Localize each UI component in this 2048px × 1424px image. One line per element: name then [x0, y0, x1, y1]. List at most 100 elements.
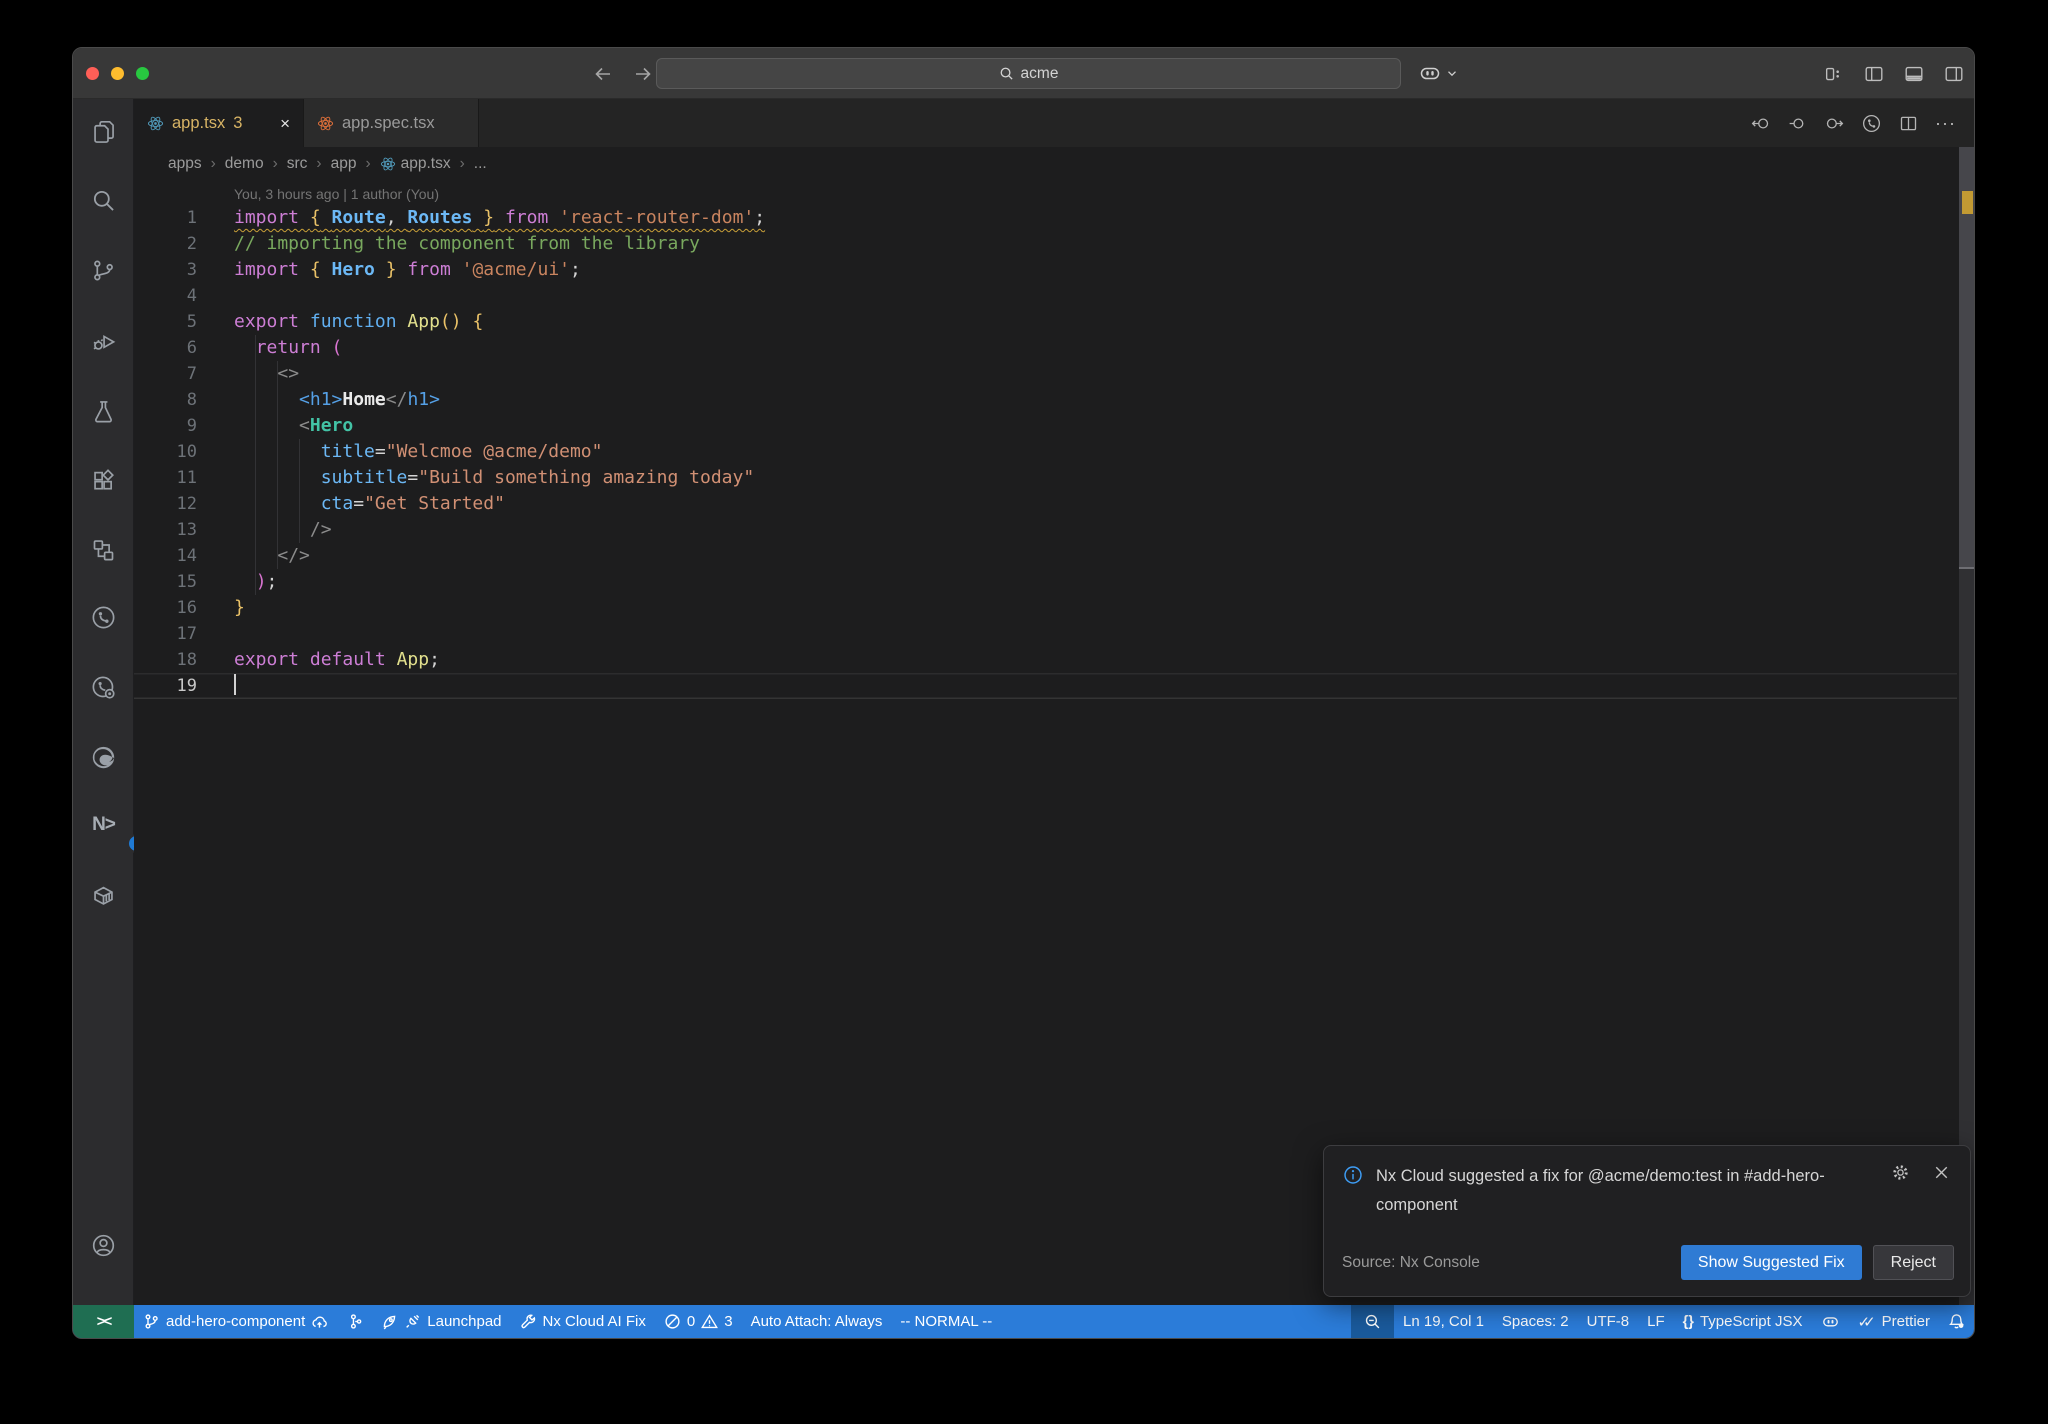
line-number[interactable]: 5 [134, 309, 197, 335]
code-line-9[interactable]: 9 <Hero [134, 413, 1957, 439]
breadcrumb-item[interactable]: app [331, 155, 357, 173]
language-mode-item[interactable]: {} TypeScript JSX [1674, 1305, 1812, 1338]
line-number[interactable]: 13 [134, 517, 197, 543]
code-line-10[interactable]: 10 title="Welcmoe @acme/demo" [134, 439, 1957, 465]
code-line-6[interactable]: 6 return ( [134, 335, 1957, 361]
tab-app-spec-tsx[interactable]: app.spec.tsx [304, 99, 479, 147]
notifications-bell-item[interactable] [1939, 1305, 1974, 1338]
line-number[interactable]: 8 [134, 387, 197, 413]
eol-item[interactable]: LF [1638, 1305, 1674, 1338]
code-line-2[interactable]: 2// importing the component from the lib… [134, 231, 1957, 257]
nx-cloud-fix-item[interactable]: Nx Cloud AI Fix [511, 1305, 655, 1338]
testing-icon[interactable] [73, 391, 134, 431]
code-line-7[interactable]: 7 <> [134, 361, 1957, 387]
search-icon[interactable] [73, 180, 134, 220]
breadcrumb-item[interactable]: src [287, 155, 308, 173]
breadcrumb-item[interactable]: demo [225, 155, 264, 173]
line-number[interactable]: 16 [134, 595, 197, 621]
extensions-icon[interactable] [73, 460, 134, 500]
show-suggested-fix-button[interactable]: Show Suggested Fix [1680, 1245, 1862, 1280]
split-editor-icon[interactable] [1898, 113, 1919, 134]
code-line-3[interactable]: 3 import { Hero } from '@acme/ui'; [134, 257, 1957, 283]
zoom-out-item[interactable] [1351, 1305, 1395, 1338]
toggle-panel-button[interactable] [1903, 63, 1925, 85]
line-number[interactable]: 18 [134, 647, 197, 673]
nx-console-icon[interactable]: N> 1 [73, 805, 146, 853]
line-number[interactable]: 19 [134, 673, 197, 699]
line-number[interactable]: 9 [134, 413, 197, 439]
breadcrumb-item[interactable]: app.tsx [380, 155, 451, 173]
explorer-icon[interactable] [73, 112, 134, 152]
line-number[interactable]: 14 [134, 543, 197, 569]
line-number[interactable]: 7 [134, 361, 197, 387]
encoding-item[interactable]: UTF-8 [1578, 1305, 1639, 1338]
code-line-17[interactable]: 17 [134, 621, 1957, 647]
auto-attach-item[interactable]: Auto Attach: Always [742, 1305, 892, 1338]
change-icon[interactable] [1787, 113, 1808, 134]
copilot-status-item[interactable] [1812, 1305, 1849, 1338]
code-line-12[interactable]: 12 cta="Get Started" [134, 491, 1957, 517]
run-and-debug-icon[interactable] [73, 321, 134, 361]
navigate-back-button[interactable] [591, 62, 615, 86]
launchpad-item[interactable]: Launchpad [372, 1305, 510, 1338]
previous-change-icon[interactable] [1750, 113, 1771, 134]
notification-close-icon[interactable] [1931, 1162, 1952, 1183]
line-number[interactable]: 6 [134, 335, 197, 361]
containers-icon[interactable] [73, 875, 134, 915]
accounts-icon[interactable] [73, 1225, 134, 1265]
reject-button[interactable]: Reject [1872, 1245, 1954, 1280]
cursor-position-item[interactable]: Ln 19, Col 1 [1394, 1305, 1493, 1338]
line-number[interactable]: 17 [134, 621, 197, 647]
code-line-4[interactable]: 4 [134, 283, 1957, 309]
customize-layout-button[interactable] [1823, 63, 1845, 85]
code-line-11[interactable]: 11 subtitle="Build something amazing tod… [134, 465, 1957, 491]
toggle-primary-sidebar-button[interactable] [1863, 63, 1885, 85]
more-actions-icon[interactable]: ··· [1935, 113, 1956, 134]
notification-settings-gear-icon[interactable] [1890, 1162, 1911, 1183]
code-line-1[interactable]: 1 import { Route, Routes } from 'react-ro… [134, 205, 1957, 231]
line-number[interactable]: 4 [134, 283, 197, 309]
prettier-item[interactable]: ✓✓ Prettier [1849, 1305, 1940, 1338]
line-number[interactable]: 3 [134, 257, 197, 283]
git-branch-item[interactable]: add-hero-component [134, 1305, 337, 1338]
minimize-window-button[interactable] [111, 67, 124, 80]
editor-scrollbar[interactable] [1959, 147, 1974, 1305]
close-tab-icon[interactable]: × [280, 115, 290, 132]
run-target-icon[interactable] [73, 597, 134, 637]
code-line-13[interactable]: 13 /> [134, 517, 1957, 543]
vim-mode-item[interactable]: -- NORMAL -- [891, 1305, 1001, 1338]
run-target-details-icon[interactable] [73, 667, 134, 707]
breadcrumb-item[interactable]: ... [474, 155, 487, 173]
problems-item[interactable]: 0 3 [655, 1305, 742, 1338]
code-line-16[interactable]: 16} [134, 595, 1957, 621]
copilot-menu-button[interactable] [1418, 61, 1459, 85]
line-number[interactable]: 11 [134, 465, 197, 491]
line-number[interactable]: 10 [134, 439, 197, 465]
code-line-18[interactable]: 18 export default App; [134, 647, 1957, 673]
remote-indicator[interactable]: >< [73, 1305, 134, 1338]
code-line-15[interactable]: 15 ); [134, 569, 1957, 595]
zoom-window-button[interactable] [136, 67, 149, 80]
source-control-icon[interactable] [73, 250, 134, 290]
line-number[interactable]: 2 [134, 231, 197, 257]
navigate-forward-button[interactable] [631, 62, 655, 86]
code-line-5[interactable]: 5 export function App() { [134, 309, 1957, 335]
toggle-secondary-sidebar-button[interactable] [1943, 63, 1965, 85]
source-control-graph-item[interactable] [337, 1305, 372, 1338]
breadcrumb-item[interactable]: apps [168, 155, 202, 173]
project-hierarchy-icon[interactable] [73, 529, 134, 569]
close-window-button[interactable] [86, 67, 99, 80]
line-number[interactable]: 15 [134, 569, 197, 595]
run-file-icon[interactable] [1861, 113, 1882, 134]
command-center-search[interactable]: acme [656, 58, 1401, 89]
indentation-item[interactable]: Spaces: 2 [1493, 1305, 1578, 1338]
edge-browser-icon[interactable] [73, 737, 134, 777]
tab-app-tsx[interactable]: app.tsx 3 × [134, 99, 304, 147]
line-number[interactable]: 1 [134, 205, 197, 231]
line-number[interactable]: 12 [134, 491, 197, 517]
code-line-14[interactable]: 14 </> [134, 543, 1957, 569]
code-area[interactable]: 1 import { Route, Routes } from 'react-ro… [134, 205, 1957, 699]
next-change-icon[interactable] [1824, 113, 1845, 134]
code-line-8[interactable]: 8 <h1>Home</h1> [134, 387, 1957, 413]
editor[interactable]: apps › demo › src › app › app.tsx ›... You, 3 ho… [134, 147, 1974, 1305]
